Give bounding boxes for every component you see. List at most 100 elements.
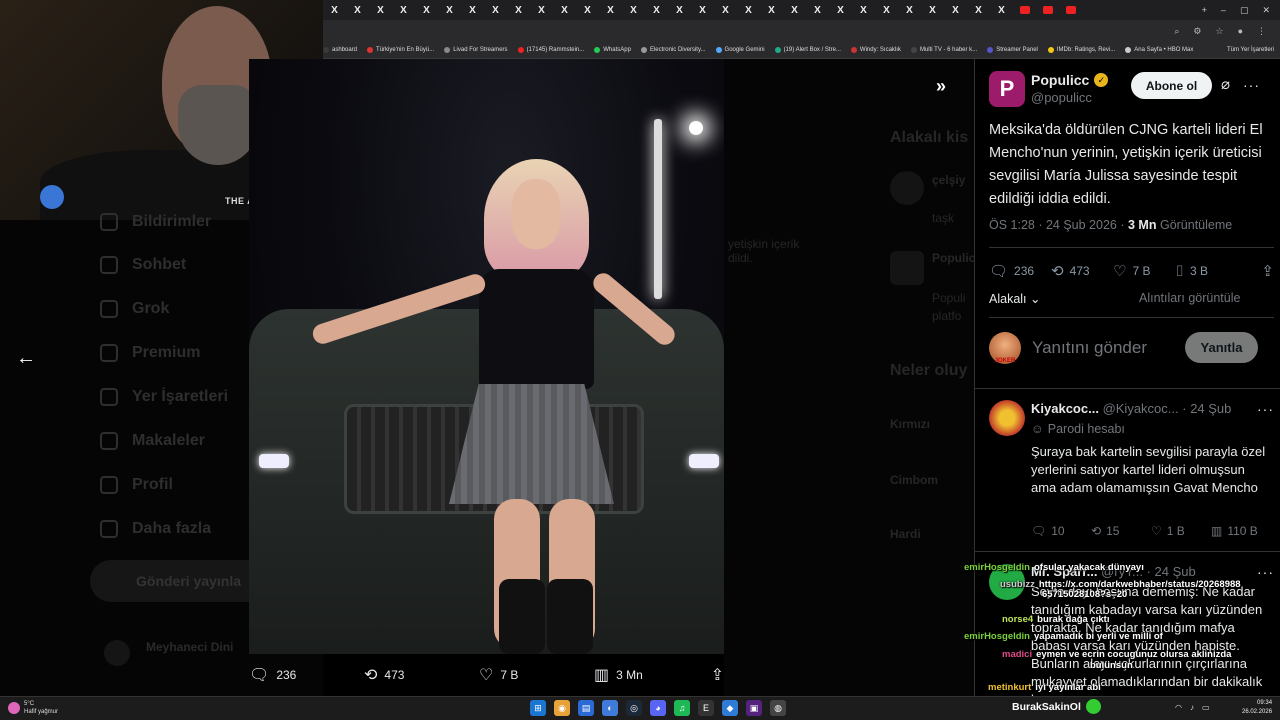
chrome-icon[interactable]: ◉ bbox=[554, 700, 570, 716]
browser-tab[interactable]: X bbox=[507, 0, 530, 20]
epic-games-icon[interactable]: E bbox=[698, 700, 714, 716]
browser-tab[interactable]: X bbox=[369, 0, 392, 20]
file-explorer-icon[interactable]: ▤ bbox=[578, 700, 594, 716]
nav-item[interactable]: Makaleler bbox=[100, 432, 205, 450]
view-quotes-link[interactable]: Alıntıları görüntüle bbox=[1139, 291, 1240, 305]
system-clock[interactable]: 09:34 26.02.2026 bbox=[1242, 699, 1272, 717]
extension-icon[interactable]: ⚙ bbox=[1193, 26, 1201, 37]
bookmark-item[interactable]: Electronic Diversity... bbox=[640, 47, 706, 53]
steam-icon[interactable]: ◎ bbox=[626, 700, 642, 716]
browser-tab[interactable]: X bbox=[806, 0, 829, 20]
edge-icon[interactable]: ◐ bbox=[602, 700, 618, 716]
browser-tab[interactable]: X bbox=[737, 0, 760, 20]
browser-tab[interactable]: X bbox=[990, 0, 1013, 20]
menu-icon[interactable]: ⋮ bbox=[1257, 26, 1266, 37]
spotify-icon[interactable]: ♫ bbox=[674, 700, 690, 716]
nav-item[interactable]: Grok bbox=[100, 300, 169, 318]
speaker-icon[interactable]: ♪ bbox=[1190, 703, 1194, 712]
browser-tab[interactable]: X bbox=[484, 0, 507, 20]
bookmark-item[interactable]: Windy: Sıcaklık bbox=[850, 47, 901, 53]
browser-tab[interactable]: X bbox=[530, 0, 553, 20]
all-bookmarks-button[interactable]: Tüm Yer İşaretleri bbox=[1227, 47, 1280, 53]
start-icon[interactable]: ⊞ bbox=[530, 700, 546, 716]
nav-item[interactable]: Premium bbox=[100, 344, 200, 362]
browser-tab[interactable]: X bbox=[783, 0, 806, 20]
reply1-more-icon[interactable]: ··· bbox=[1257, 401, 1274, 417]
nav-item[interactable]: Daha fazla bbox=[100, 520, 211, 538]
bookmark-item[interactable]: Multi TV - 6 haber k... bbox=[910, 47, 977, 53]
browser-tab[interactable]: X bbox=[921, 0, 944, 20]
weather-widget[interactable]: 5°C Hafif yağmur bbox=[8, 700, 58, 716]
minimize-icon[interactable]: – bbox=[1221, 5, 1226, 16]
bookmark-item[interactable]: WhatsApp bbox=[594, 47, 631, 53]
collapse-panel-icon[interactable]: » bbox=[936, 76, 946, 97]
author-handle[interactable]: @populicc bbox=[1031, 90, 1092, 105]
bookmark-item[interactable]: Google Gemini bbox=[715, 47, 765, 53]
browser-tab[interactable]: X bbox=[714, 0, 737, 20]
bookmark-item[interactable]: (17145) Rammstein... bbox=[517, 47, 584, 53]
bookmark-button[interactable]: ⌷ 3 B bbox=[1175, 263, 1237, 280]
browser-tab[interactable] bbox=[1013, 0, 1036, 20]
author-name[interactable]: Populicc ✓ bbox=[1031, 72, 1109, 88]
browser-tab[interactable]: X bbox=[760, 0, 783, 20]
nav-item[interactable]: Yer İşaretleri bbox=[100, 388, 228, 406]
nav-item[interactable]: Sohbet bbox=[100, 256, 186, 274]
wifi-icon[interactable]: ◠ bbox=[1175, 703, 1182, 712]
nav-item[interactable]: Profil bbox=[100, 476, 173, 494]
browser-tab[interactable]: X bbox=[622, 0, 645, 20]
bookmark-item[interactable]: ashboard bbox=[323, 47, 357, 53]
share-icon[interactable]: ⇪ bbox=[711, 665, 724, 685]
repost-button[interactable]: ⟲ 473 bbox=[1051, 262, 1113, 280]
reply1-views-button[interactable]: ▥ 110 B bbox=[1211, 524, 1271, 538]
bookmark-item[interactable]: (19) Alert Box / Stre... bbox=[774, 47, 841, 53]
browser-tab[interactable]: X bbox=[415, 0, 438, 20]
author-avatar[interactable]: P bbox=[989, 71, 1025, 107]
new-tab-icon[interactable]: + bbox=[1202, 5, 1207, 16]
browser-tab[interactable]: X bbox=[967, 0, 990, 20]
discord-icon[interactable]: ◕ bbox=[650, 700, 666, 716]
browser-tab[interactable]: X bbox=[392, 0, 415, 20]
bookmark-star-icon[interactable]: ☆ bbox=[1215, 26, 1223, 37]
account-avatar[interactable] bbox=[104, 640, 130, 666]
reply1-like-button[interactable]: ♡ 1 B bbox=[1151, 524, 1211, 538]
grok-icon[interactable]: ⌀ bbox=[1221, 75, 1230, 93]
photo-views-button[interactable]: ▥ 3 Mn bbox=[594, 665, 709, 685]
zoom-icon[interactable]: ⌕ bbox=[1174, 26, 1179, 37]
photo-reply-button[interactable]: 🗨 236 bbox=[249, 665, 364, 685]
back-arrow-icon[interactable]: ← bbox=[14, 346, 38, 370]
browser-tab[interactable]: X bbox=[829, 0, 852, 20]
like-button[interactable]: ♡ 7 B bbox=[1113, 262, 1175, 280]
browser-tab[interactable]: X bbox=[461, 0, 484, 20]
close-icon[interactable]: ✕ bbox=[1262, 5, 1270, 16]
browser-tab[interactable]: X bbox=[346, 0, 369, 20]
reply-submit-button[interactable]: Yanıtla bbox=[1185, 332, 1258, 363]
browser-tab[interactable]: X bbox=[553, 0, 576, 20]
browser-tab[interactable]: X bbox=[599, 0, 622, 20]
browser-tab[interactable] bbox=[1036, 0, 1059, 20]
reply1-reply-button[interactable]: 🗨 10 bbox=[1031, 524, 1091, 538]
bookmark-item[interactable]: Livad For Streamers bbox=[444, 47, 508, 53]
subscribe-button[interactable]: Abone ol bbox=[1131, 72, 1212, 99]
bookmark-item[interactable]: Ana Sayfa • HBO Max bbox=[1125, 47, 1193, 53]
streaming-app-icon[interactable]: ▣ bbox=[746, 700, 762, 716]
reply1-repost-button[interactable]: ⟲ 15 bbox=[1091, 524, 1151, 538]
photo-like-button[interactable]: ♡ 7 B bbox=[479, 665, 594, 685]
nav-item[interactable]: Bildirimler bbox=[100, 213, 211, 231]
sort-relevance-dropdown[interactable]: Alakalı ⌄ bbox=[989, 291, 1041, 306]
more-options-icon[interactable]: ··· bbox=[1243, 77, 1260, 93]
browser-tab[interactable]: X bbox=[645, 0, 668, 20]
obs-icon[interactable]: ◍ bbox=[770, 700, 786, 716]
browser-tab[interactable]: X bbox=[875, 0, 898, 20]
photo-repost-button[interactable]: ⟲ 473 bbox=[364, 665, 479, 685]
reply-input[interactable]: Yanıtını gönder bbox=[1032, 338, 1147, 358]
bookmark-item[interactable]: Türkiye'nin En Büyü... bbox=[367, 47, 434, 53]
browser-tab[interactable] bbox=[1059, 0, 1082, 20]
battery-icon[interactable]: ▭ bbox=[1202, 703, 1210, 712]
browser-tab[interactable]: X bbox=[852, 0, 875, 20]
bookmark-item[interactable]: IMDb: Ratings, Revi... bbox=[1047, 47, 1115, 53]
reply-button[interactable]: 🗨 236 bbox=[989, 262, 1051, 280]
browser-tab[interactable]: X bbox=[944, 0, 967, 20]
browser-tab[interactable]: X bbox=[691, 0, 714, 20]
browser-tab[interactable]: X bbox=[668, 0, 691, 20]
browser-tab[interactable]: X bbox=[898, 0, 921, 20]
